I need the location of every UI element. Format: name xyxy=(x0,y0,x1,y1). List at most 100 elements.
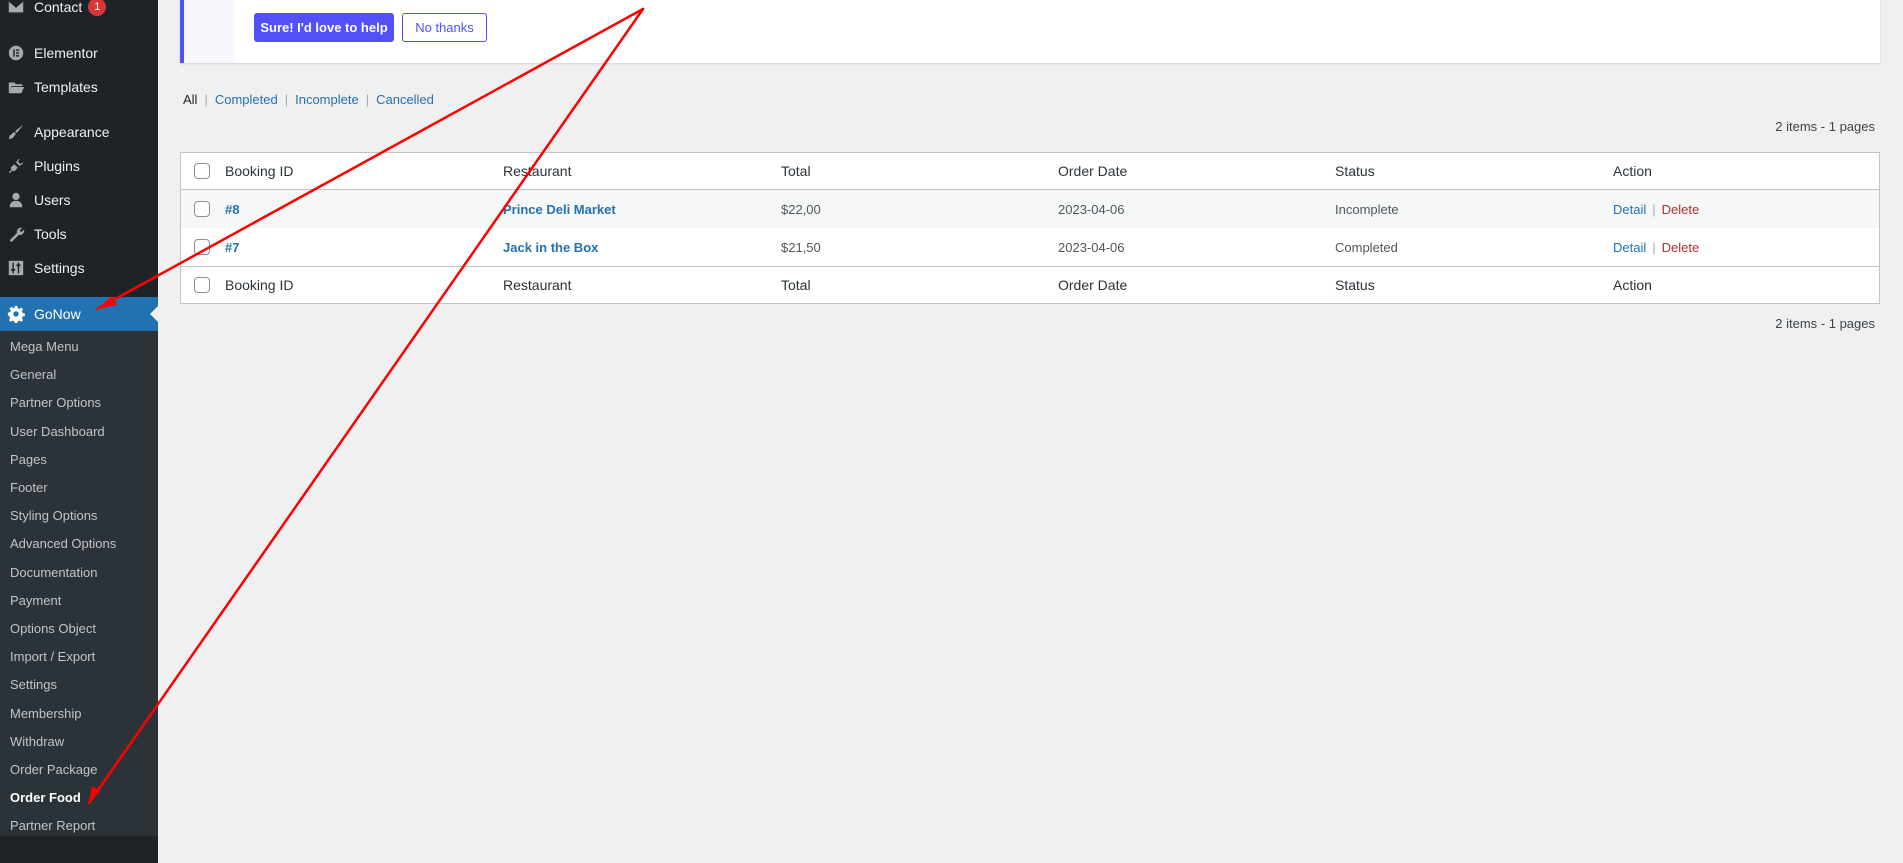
column-header-status: Status xyxy=(1335,163,1375,179)
order-total: $22,00 xyxy=(781,201,821,217)
submenu-item-user-dashboard[interactable]: User Dashboard xyxy=(10,418,105,446)
submenu-item-pages[interactable]: Pages xyxy=(10,446,47,474)
envelope-icon xyxy=(6,0,26,17)
user-icon xyxy=(6,190,26,210)
sidebar-item-label: Templates xyxy=(34,79,98,95)
detail-link[interactable]: Detail xyxy=(1613,202,1646,217)
table-row: #8 Prince Deli Market $22,00 2023-04-06 … xyxy=(181,190,1879,228)
submenu-item-order-food[interactable]: Order Food xyxy=(10,784,81,812)
annotation-arrow-to-order-food xyxy=(87,7,645,805)
filter-cancelled[interactable]: Cancelled xyxy=(376,92,434,107)
filter-all[interactable]: All xyxy=(183,92,197,107)
filter-completed[interactable]: Completed xyxy=(215,92,278,107)
order-date: 2023-04-06 xyxy=(1058,239,1125,255)
filter-separator: | xyxy=(284,92,289,107)
column-header-action: Action xyxy=(1613,163,1652,179)
submenu-item-mega-menu[interactable]: Mega Menu xyxy=(10,333,79,361)
sidebar-item-templates[interactable]: Templates xyxy=(0,70,158,104)
column-footer-action: Action xyxy=(1613,277,1652,293)
submenu-item-withdraw[interactable]: Withdraw xyxy=(10,728,64,756)
feedback-notice: Sure! I'd love to help No thanks xyxy=(180,0,1880,63)
accept-help-button[interactable]: Sure! I'd love to help xyxy=(254,13,394,42)
notice-side-panel xyxy=(184,0,234,63)
wrench-icon xyxy=(6,224,26,244)
sidebar-item-appearance[interactable]: Appearance xyxy=(0,115,158,149)
submenu-item-import-export[interactable]: Import / Export xyxy=(10,643,95,671)
admin-sidebar: Contact 1 Elementor Templates Appearance… xyxy=(0,0,158,863)
booking-id-link[interactable]: #7 xyxy=(225,240,239,255)
pagination-summary-top: 2 items - 1 pages xyxy=(1775,119,1875,134)
sidebar-item-label: Elementor xyxy=(34,45,98,61)
sidebar-item-label: Contact xyxy=(34,0,83,15)
submenu-item-partner-options[interactable]: Partner Options xyxy=(10,389,101,417)
submenu-item-settings[interactable]: Settings xyxy=(10,671,57,699)
sidebar-item-contact[interactable]: Contact 1 xyxy=(0,0,158,24)
order-status: Completed xyxy=(1335,239,1398,255)
gear-icon xyxy=(6,304,26,324)
column-footer-status: Status xyxy=(1335,277,1375,293)
sidebar-item-label: Tools xyxy=(34,226,67,242)
delete-link[interactable]: Delete xyxy=(1662,240,1700,255)
column-footer-order-date: Order Date xyxy=(1058,277,1128,293)
detail-link[interactable]: Detail xyxy=(1613,240,1646,255)
sidebar-item-users[interactable]: Users xyxy=(0,183,158,217)
order-total: $21,50 xyxy=(781,239,821,255)
column-footer-booking-id[interactable]: Booking ID xyxy=(225,277,293,293)
column-header-total: Total xyxy=(781,163,811,179)
elementor-icon xyxy=(6,43,26,63)
submenu-item-footer[interactable]: Footer xyxy=(10,474,48,502)
submenu-item-documentation[interactable]: Documentation xyxy=(10,559,97,587)
plugin-icon xyxy=(6,156,26,176)
action-separator: | xyxy=(1652,239,1656,255)
sidebar-item-label: Settings xyxy=(34,260,85,276)
submenu-item-advanced-options[interactable]: Advanced Options xyxy=(10,530,116,558)
row-checkbox[interactable] xyxy=(194,201,210,217)
booking-id-link[interactable]: #8 xyxy=(225,202,239,217)
row-checkbox[interactable] xyxy=(194,239,210,255)
gonow-submenu: Mega Menu General Partner Options User Dash… xyxy=(0,331,158,836)
submenu-item-order-package[interactable]: Order Package xyxy=(10,756,97,784)
folder-open-icon xyxy=(6,77,26,97)
sidebar-item-label: Users xyxy=(34,192,71,208)
sidebar-item-gonow[interactable]: GoNow xyxy=(0,297,158,331)
column-footer-restaurant: Restaurant xyxy=(503,277,572,293)
filter-separator: | xyxy=(204,92,208,107)
sidebar-item-label: GoNow xyxy=(34,306,81,322)
column-header-order-date: Order Date xyxy=(1058,163,1128,179)
action-separator: | xyxy=(1652,201,1656,217)
order-status: Incomplete xyxy=(1335,201,1399,217)
restaurant-link[interactable]: Prince Deli Market xyxy=(503,202,616,217)
pagination-summary-bottom: 2 items - 1 pages xyxy=(1775,316,1875,331)
submenu-item-general[interactable]: General xyxy=(10,361,56,389)
sidebar-item-plugins[interactable]: Plugins xyxy=(0,149,158,183)
table-header: Booking ID Restaurant Total Order Date S… xyxy=(181,153,1879,190)
filter-separator: | xyxy=(365,92,370,107)
paintbrush-icon xyxy=(6,122,26,142)
filter-incomplete[interactable]: Incomplete xyxy=(295,92,359,107)
submenu-item-styling-options[interactable]: Styling Options xyxy=(10,502,97,530)
notification-badge: 1 xyxy=(88,0,107,16)
table-footer: Booking ID Restaurant Total Order Date S… xyxy=(181,266,1879,303)
column-footer-total: Total xyxy=(781,277,811,293)
decline-button[interactable]: No thanks xyxy=(402,13,487,42)
sidebar-item-elementor[interactable]: Elementor xyxy=(0,36,158,70)
sidebar-item-settings[interactable]: Settings xyxy=(0,251,158,285)
orders-table: Booking ID Restaurant Total Order Date S… xyxy=(180,152,1880,304)
row-actions: Detail | Delete xyxy=(1613,240,1699,255)
column-header-booking-id[interactable]: Booking ID xyxy=(225,163,293,179)
order-date: 2023-04-06 xyxy=(1058,201,1125,217)
sidebar-next-item xyxy=(0,836,158,863)
sliders-icon xyxy=(6,258,26,278)
submenu-item-membership[interactable]: Membership xyxy=(10,700,82,728)
delete-link[interactable]: Delete xyxy=(1662,202,1700,217)
restaurant-link[interactable]: Jack in the Box xyxy=(503,240,598,255)
row-actions: Detail | Delete xyxy=(1613,202,1699,217)
sidebar-item-tools[interactable]: Tools xyxy=(0,217,158,251)
submenu-item-payment[interactable]: Payment xyxy=(10,587,61,615)
submenu-item-options-object[interactable]: Options Object xyxy=(10,615,96,643)
sidebar-item-label: Plugins xyxy=(34,158,80,174)
select-all-checkbox-footer[interactable] xyxy=(194,277,210,293)
select-all-checkbox[interactable] xyxy=(194,163,210,179)
table-row: #7 Jack in the Box $21,50 2023-04-06 Com… xyxy=(181,228,1879,266)
status-filters: All | Completed | Incomplete | Cancelled xyxy=(183,92,434,107)
